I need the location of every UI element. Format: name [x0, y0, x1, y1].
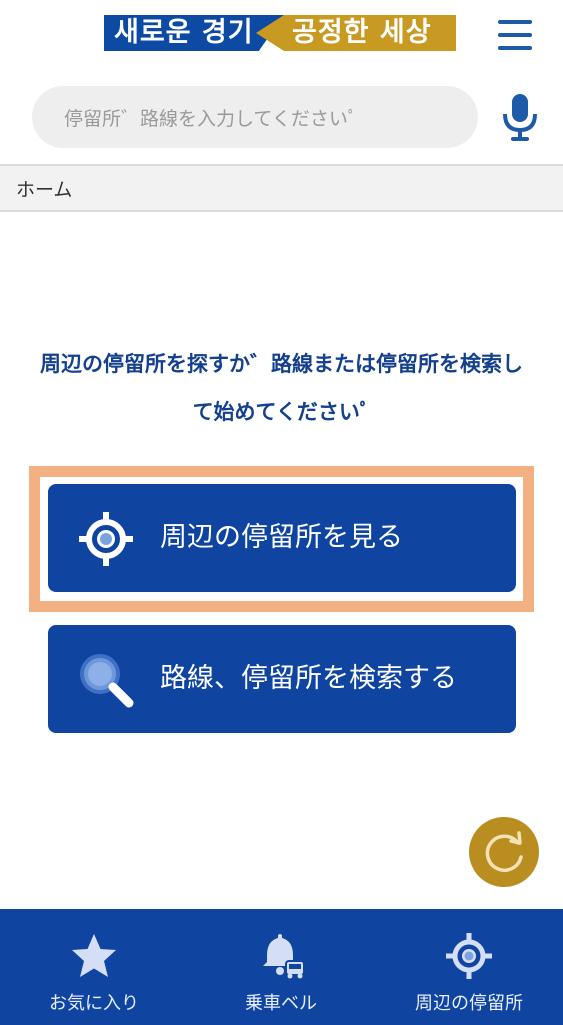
location-target-icon — [446, 933, 492, 979]
brand-logo[interactable]: 새로운 경기 공정한 세상 — [104, 12, 456, 56]
nearby-stops-button[interactable]: 周辺の停留所を見る — [48, 484, 516, 592]
nav-favorites[interactable]: お気に入り — [14, 909, 174, 1025]
refresh-button[interactable] — [469, 817, 539, 887]
instruction-line-2: て始めてくださいﾟ — [192, 400, 371, 424]
magnifier-icon — [80, 654, 134, 708]
search-route-stop-label: 路線、停留所を検索する — [160, 663, 457, 694]
breadcrumb: ホーム — [0, 164, 563, 212]
nav-favorites-label: お気に入り — [49, 993, 139, 1014]
search-route-stop-button[interactable]: 路線、停留所を検索する — [48, 625, 516, 733]
location-target-icon — [79, 512, 133, 566]
microphone-icon[interactable] — [500, 94, 540, 142]
bottom-navigation: お気に入り 乗車ベル 周辺の停留所 — [0, 909, 563, 1025]
logo-right-text: 공정한 세상 — [256, 15, 456, 51]
nearby-stops-label: 周辺の停留所を見る — [160, 522, 403, 553]
search-placeholder: 停留所゛路線を入力してくださいﾟ — [64, 107, 358, 130]
instruction-line-1: 周辺の停留所を探すか゛路線または停留所を検索し — [40, 352, 523, 376]
app-screen: 새로운 경기 공정한 세상 停留所゛路線を入力してくださいﾟ ホーム 周辺の停留… — [0, 0, 563, 1025]
bell-bus-icon — [263, 934, 305, 979]
breadcrumb-home[interactable]: ホーム — [16, 175, 72, 202]
refresh-icon — [485, 831, 523, 872]
instruction-text: 周辺の停留所を探すか゛路線または停留所を検索し て始めてくださいﾟ — [0, 340, 563, 436]
star-icon — [72, 934, 116, 977]
search-input[interactable]: 停留所゛路線を入力してくださいﾟ — [32, 86, 478, 148]
nav-nearby-stops[interactable]: 周辺の停留所 — [389, 909, 549, 1025]
nav-boarding-bell[interactable]: 乗車ベル — [201, 909, 361, 1025]
header: 새로운 경기 공정한 세상 — [0, 0, 563, 72]
nav-nearby-stops-label: 周辺の停留所 — [415, 993, 523, 1014]
hamburger-menu-icon[interactable] — [498, 20, 534, 50]
nav-boarding-bell-label: 乗車ベル — [245, 993, 317, 1014]
